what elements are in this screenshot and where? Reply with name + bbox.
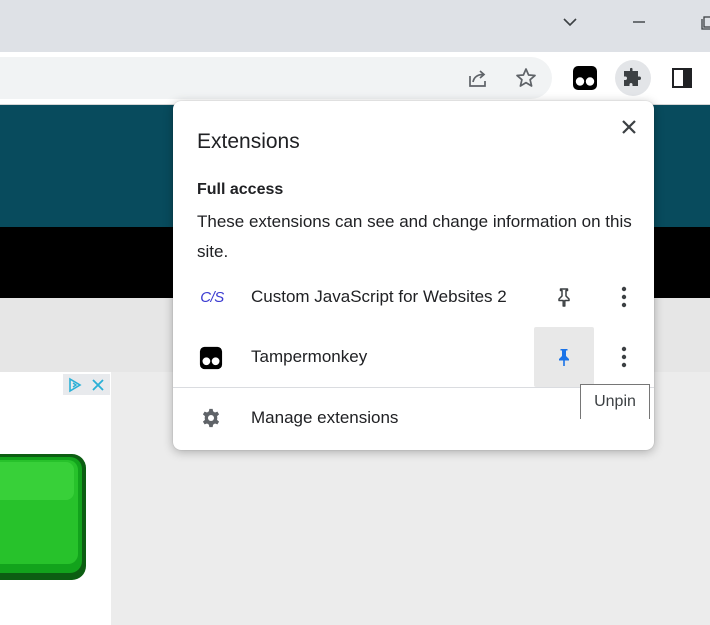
extension-row-custom-javascript[interactable]: C/S Custom JavaScript for Websites 2	[173, 277, 654, 317]
bookmark-star-button[interactable]	[508, 60, 544, 96]
maximize-button[interactable]	[693, 7, 710, 37]
ad-green-button-graphic[interactable]	[0, 452, 88, 582]
share-button[interactable]	[460, 60, 496, 96]
tampermonkey-extension-icon	[198, 345, 224, 371]
tampermonkey-toolbar-button[interactable]	[567, 60, 603, 96]
ad-choices-icon[interactable]	[63, 374, 86, 395]
extension-row-tampermonkey[interactable]: Tampermonkey	[173, 327, 654, 387]
section-description: These extensions can see and change info…	[197, 212, 632, 261]
side-panel-button[interactable]	[664, 60, 700, 96]
chevron-down-icon	[563, 18, 577, 27]
unpin-button[interactable]	[534, 327, 594, 387]
star-icon	[516, 68, 536, 87]
extension-name[interactable]: Tampermonkey	[251, 347, 367, 367]
manage-extensions-label[interactable]: Manage extensions	[251, 408, 398, 428]
cjs-extension-icon: C/S	[200, 288, 224, 306]
more-vert-icon	[621, 286, 627, 308]
puzzle-icon	[624, 67, 641, 86]
pin-filled-icon	[559, 349, 569, 366]
address-bar[interactable]	[0, 57, 552, 99]
popup-title: Extensions	[197, 130, 300, 153]
more-options-button[interactable]	[604, 337, 644, 377]
ad-choices-badge[interactable]	[63, 374, 110, 395]
ad-close-icon[interactable]	[86, 374, 109, 395]
maximize-icon	[701, 16, 710, 30]
section-heading: Full access	[197, 181, 284, 198]
close-icon	[622, 120, 636, 134]
more-options-button[interactable]	[604, 277, 644, 317]
share-icon	[469, 70, 486, 87]
tab-search-button[interactable]	[555, 7, 585, 37]
minimize-icon	[633, 21, 645, 23]
side-panel-icon	[672, 68, 692, 88]
close-button[interactable]	[615, 113, 643, 141]
title-bar	[0, 0, 710, 52]
gear-icon	[200, 407, 222, 429]
pin-button[interactable]	[544, 277, 584, 317]
unpin-tooltip: Unpin	[580, 384, 650, 419]
extension-name[interactable]: Custom JavaScript for Websites 2	[251, 287, 507, 307]
more-vert-icon	[621, 346, 627, 368]
tampermonkey-icon	[573, 66, 597, 90]
extensions-button[interactable]	[615, 60, 651, 96]
minimize-button[interactable]	[624, 7, 654, 37]
pin-outline-icon	[558, 288, 570, 307]
